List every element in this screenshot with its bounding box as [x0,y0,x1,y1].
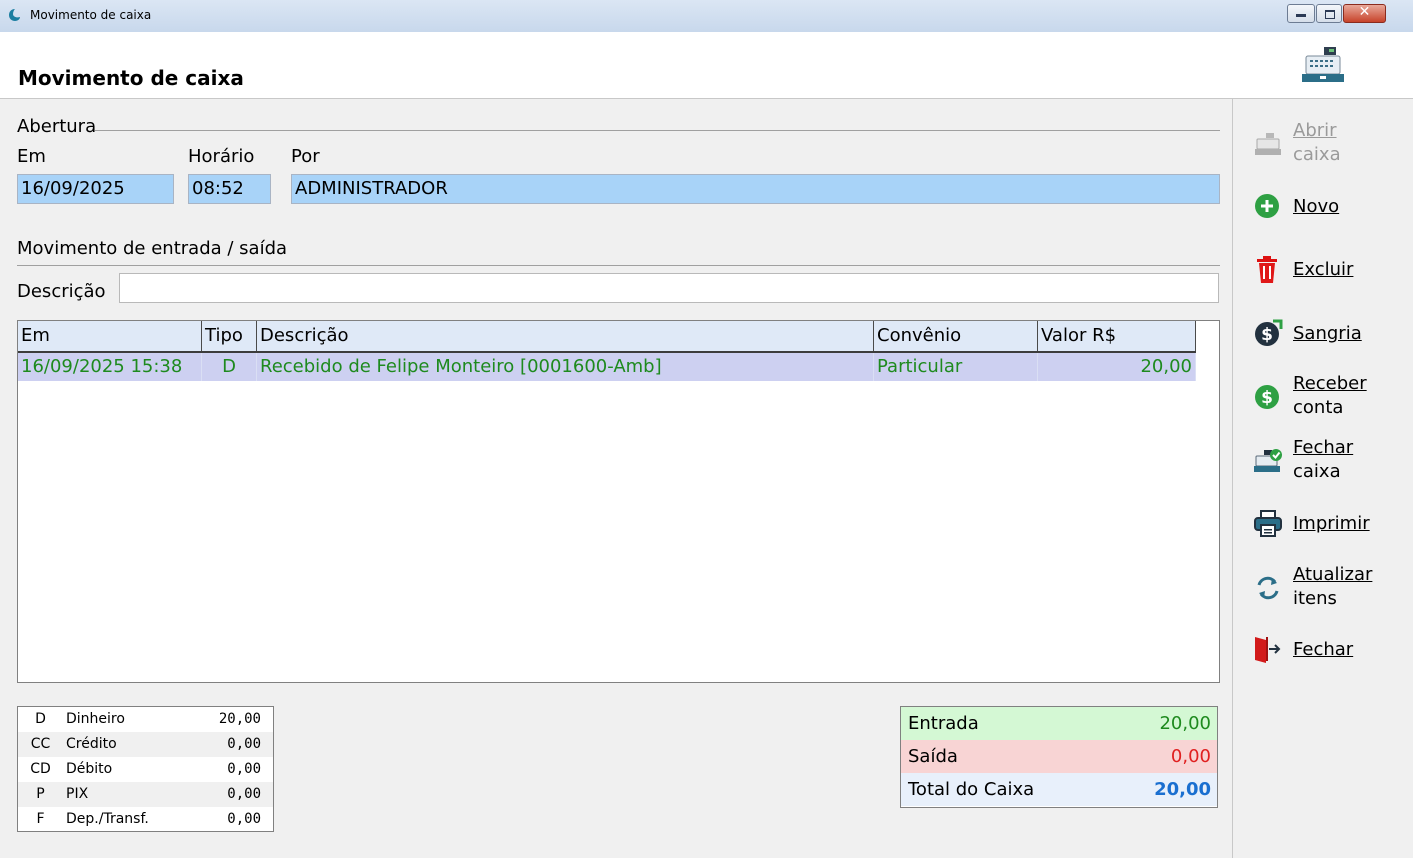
saida-value: 0,00 [1170,746,1211,767]
payment-value: 0,00 [227,811,261,827]
imprimir-button[interactable]: Imprimir [1253,509,1403,539]
payment-name: Dep./Transf. [66,811,149,827]
cash-register-icon [1255,133,1281,155]
atualizar-itens-label: Atualizar itens [1293,564,1373,609]
cell-descricao: Recebido de Felipe Monteiro [0001600-Amb… [257,353,874,381]
cell-valor: 20,00 [1038,353,1196,381]
payment-row: F Dep./Transf. 0,00 [18,807,273,832]
abrir-caixa-label: Abrir caixa [1293,120,1341,165]
payment-code: CD [30,761,51,777]
table-row[interactable]: 16/09/2025 15:38 D Recebido de Felipe Mo… [18,353,1196,381]
total-label: Total do Caixa [908,779,1035,800]
sangria-button[interactable]: $ Sangria [1253,319,1403,349]
payment-row: CD Débito 0,00 [18,757,273,782]
column-header-em[interactable]: Em [18,321,202,351]
payment-summary: D Dinheiro 20,00 CC Crédito 0,00 CD Débi… [17,706,274,832]
abrir-caixa-button[interactable]: Abrir caixa [1253,119,1403,169]
horario-label: Horário [188,146,255,167]
abertura-section-label: Abertura [17,116,97,137]
payment-code: F [36,811,45,827]
window-title: Movimento de caixa [30,8,152,22]
table-header: Em Tipo Descrição Convênio Valor R$ [18,321,1196,353]
exit-door-icon [1255,637,1281,663]
novo-label: Novo [1293,196,1340,217]
trash-icon [1257,256,1277,283]
app-logo-icon [9,9,20,21]
saida-row: Saída 0,00 [901,740,1217,773]
maximize-button[interactable] [1316,4,1342,23]
payment-row: CC Crédito 0,00 [18,732,273,757]
main-panel: Abertura Em Horário Por 16/09/2025 08:52… [0,99,1232,858]
payment-name: Dinheiro [66,711,125,727]
payment-code: CC [30,736,51,752]
total-value: 20,00 [1154,779,1211,800]
descricao-label: Descrição [17,281,106,302]
dollar-out-icon: $ [1255,319,1283,346]
page-header: Movimento de caixa [0,32,1413,99]
payment-name: Crédito [66,736,117,752]
payment-name: PIX [66,786,89,802]
minimize-button[interactable] [1287,4,1315,23]
receber-conta-button[interactable]: $ Receber conta [1253,372,1403,422]
cell-convenio: Particular [874,353,1038,381]
payment-value: 20,00 [218,711,261,727]
column-header-descricao[interactable]: Descrição [257,321,874,351]
action-toolbar: Abrir caixa Novo Excluir $ Sangria $ Rec… [1233,99,1413,858]
cash-register-check-icon [1254,449,1282,472]
movimento-section-label: Movimento de entrada / saída [17,238,288,259]
page-title: Movimento de caixa [18,66,244,90]
svg-text:$: $ [1261,388,1273,408]
plus-circle-icon [1255,194,1279,218]
column-header-valor[interactable]: Valor R$ [1038,321,1196,351]
descricao-input[interactable] [119,273,1219,303]
payment-row: D Dinheiro 20,00 [18,707,273,732]
refresh-icon [1257,576,1279,600]
abertura-divider [95,130,1220,131]
novo-button[interactable]: Novo [1253,192,1403,222]
payment-value: 0,00 [227,761,261,777]
dollar-circle-icon: $ [1255,385,1279,409]
totals-box: Entrada 20,00 Saída 0,00 Total do Caixa … [900,706,1218,808]
saida-label: Saída [908,746,958,767]
payment-row: P PIX 0,00 [18,782,273,807]
abertura-user-field[interactable]: ADMINISTRADOR [291,174,1220,204]
entrada-value: 20,00 [1159,713,1211,734]
printer-icon [1254,510,1282,537]
imprimir-label: Imprimir [1293,513,1370,534]
column-header-convenio[interactable]: Convênio [874,321,1038,351]
fechar-caixa-label: Fechar caixa [1293,437,1354,482]
fechar-caixa-button[interactable]: Fechar caixa [1253,436,1403,486]
em-label: Em [17,146,46,167]
abertura-time-field[interactable]: 08:52 [188,174,271,204]
payment-value: 0,00 [227,736,261,752]
total-row: Total do Caixa 20,00 [901,773,1217,806]
fechar-label: Fechar [1293,639,1354,660]
cell-em: 16/09/2025 15:38 [18,353,202,381]
entrada-label: Entrada [908,713,979,734]
movements-table[interactable]: Em Tipo Descrição Convênio Valor R$ 16/0… [17,320,1220,683]
entrada-row: Entrada 20,00 [901,707,1217,740]
svg-text:$: $ [1261,325,1273,345]
payment-value: 0,00 [227,786,261,802]
movimento-divider [17,265,1220,266]
atualizar-itens-button[interactable]: Atualizar itens [1253,563,1403,613]
sangria-label: Sangria [1293,323,1362,344]
excluir-label: Excluir [1293,259,1354,280]
payment-name: Débito [66,761,113,777]
cell-tipo: D [202,353,257,381]
abertura-date-field[interactable]: 16/09/2025 [17,174,174,204]
por-label: Por [291,146,320,167]
cash-register-logo-icon [1302,47,1344,82]
excluir-button[interactable]: Excluir [1253,255,1403,285]
fechar-button[interactable]: Fechar [1253,635,1403,665]
payment-code: D [35,711,46,727]
close-icon: ✕ [1358,4,1371,20]
payment-code: P [36,786,45,802]
receber-conta-label: Receber conta [1293,373,1367,418]
column-header-tipo[interactable]: Tipo [202,321,257,351]
close-window-button[interactable]: ✕ [1343,4,1386,23]
window-title-bar: Movimento de caixa ✕ [0,0,1413,32]
